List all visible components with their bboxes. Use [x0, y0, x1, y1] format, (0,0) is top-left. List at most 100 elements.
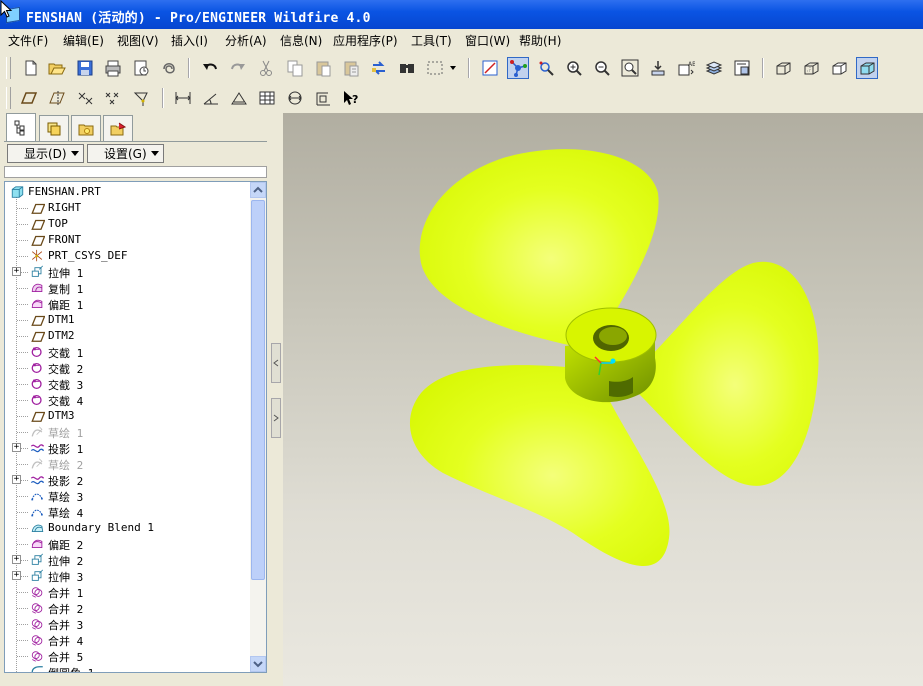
save-button[interactable]: [74, 57, 96, 79]
menu-item-7[interactable]: 工具(T): [411, 32, 452, 49]
tree-item[interactable]: 合并 1: [5, 584, 250, 600]
tree-item[interactable]: 复制 1: [5, 280, 250, 296]
menu-item-6[interactable]: 应用程序(P): [333, 32, 398, 49]
tree-item[interactable]: TOP: [5, 216, 250, 232]
menu-item-8[interactable]: 窗口(W): [465, 32, 510, 49]
saved-views-button[interactable]: AB: [675, 57, 697, 79]
tree-item[interactable]: PRT_CSYS_DEF: [5, 248, 250, 264]
mail-attach-button[interactable]: [158, 57, 180, 79]
wireframe-button[interactable]: [772, 57, 794, 79]
no-hidden-button[interactable]: [828, 57, 850, 79]
tree-item[interactable]: 合并 5: [5, 648, 250, 664]
tree-item[interactable]: 偏距 2: [5, 536, 250, 552]
tree-item[interactable]: RIGHT: [5, 200, 250, 216]
menu-item-3[interactable]: 插入(I): [171, 32, 208, 49]
copy-button[interactable]: [284, 57, 306, 79]
tree-item[interactable]: 草绘 4: [5, 504, 250, 520]
toolbar-grip[interactable]: [6, 57, 11, 79]
paste-special-button[interactable]: [340, 57, 362, 79]
show-dropdown[interactable]: 显示(D): [7, 144, 84, 163]
tree-item[interactable]: 交截 4: [5, 392, 250, 408]
datum-plane-button[interactable]: [18, 87, 40, 109]
tree-item[interactable]: 草绘 1: [5, 424, 250, 440]
hub[interactable]: [565, 307, 657, 403]
shading-button[interactable]: [856, 57, 878, 79]
measure-area-button[interactable]: [228, 87, 250, 109]
title-bar[interactable]: FENSHAN (活动的) - Pro/ENGINEER Wildfire 4.…: [0, 0, 923, 29]
tree-item[interactable]: 倒圆角 1: [5, 664, 250, 672]
layers-button[interactable]: [703, 57, 725, 79]
tree-item[interactable]: 交截 3: [5, 376, 250, 392]
tree-item[interactable]: + 投影 2: [5, 472, 250, 488]
graphics-window[interactable]: [283, 113, 923, 686]
tab-folder-browser[interactable]: [71, 115, 101, 141]
scroll-thumb[interactable]: [251, 200, 265, 580]
tab-layers[interactable]: [39, 115, 69, 141]
whats-this-button[interactable]: ?: [340, 87, 362, 109]
datum-point-button[interactable]: [74, 87, 96, 109]
measure-distance-button[interactable]: [172, 87, 194, 109]
tree-item[interactable]: DTM2: [5, 328, 250, 344]
repaint-button[interactable]: [479, 57, 501, 79]
select-dropdown-arrow-icon[interactable]: [450, 66, 456, 70]
expand-right-handle[interactable]: [271, 398, 281, 438]
tree-item[interactable]: 合并 3: [5, 616, 250, 632]
settings-dropdown[interactable]: 设置(G): [87, 144, 164, 163]
tree-item[interactable]: 草绘 3: [5, 488, 250, 504]
menu-item-2[interactable]: 视图(V): [117, 32, 159, 49]
new-button[interactable]: [20, 57, 42, 79]
print-button[interactable]: [102, 57, 124, 79]
scroll-down-button[interactable]: [250, 656, 266, 672]
tab-favorites[interactable]: [103, 115, 133, 141]
cut-button[interactable]: [255, 57, 277, 79]
fan-propeller-model[interactable]: [283, 113, 923, 686]
tab-model-tree[interactable]: [6, 113, 36, 141]
menu-item-5[interactable]: 信息(N): [280, 32, 322, 49]
coordinate-system-button[interactable]: [130, 87, 152, 109]
find-button[interactable]: [396, 57, 418, 79]
hidden-line-button[interactable]: [800, 57, 822, 79]
regenerate-button[interactable]: [368, 57, 390, 79]
panel-splitter[interactable]: [271, 113, 283, 686]
datum-point-display-button[interactable]: [102, 87, 124, 109]
open-button[interactable]: [46, 57, 68, 79]
reorient-button[interactable]: [647, 57, 669, 79]
tree-item[interactable]: + 拉伸 1: [5, 264, 250, 280]
tree-scrollbar[interactable]: [250, 182, 266, 672]
tree-item[interactable]: Boundary Blend 1: [5, 520, 250, 536]
model-tree[interactable]: FENSHAN.PRT RIGHT TOP FRONT PRT_CSYS_DEF + 拉伸 …: [4, 181, 267, 673]
expand-icon[interactable]: +: [12, 443, 21, 452]
zoom-in-button[interactable]: [563, 57, 585, 79]
tree-item[interactable]: DTM3: [5, 408, 250, 424]
zoom-out-button[interactable]: [591, 57, 613, 79]
tree-item[interactable]: FENSHAN.PRT: [5, 184, 250, 200]
redo-button[interactable]: [227, 57, 249, 79]
blade-right[interactable]: [633, 261, 819, 486]
datum-axis-button[interactable]: [46, 87, 68, 109]
tree-item[interactable]: + 投影 1: [5, 440, 250, 456]
menu-item-1[interactable]: 编辑(E): [63, 32, 104, 49]
select-box-button[interactable]: [424, 57, 446, 79]
tree-item[interactable]: DTM1: [5, 312, 250, 328]
expand-icon[interactable]: +: [12, 571, 21, 580]
tree-item[interactable]: 草绘 2: [5, 456, 250, 472]
menu-item-9[interactable]: 帮助(H): [519, 32, 561, 49]
spin-center-button[interactable]: [507, 57, 529, 79]
tree-item[interactable]: + 拉伸 3: [5, 568, 250, 584]
measure-transform-button[interactable]: [312, 87, 334, 109]
menu-item-4[interactable]: 分析(A): [225, 32, 267, 49]
expand-icon[interactable]: +: [12, 475, 21, 484]
orient-mode-button[interactable]: [535, 57, 557, 79]
toolbar-grip[interactable]: [6, 87, 11, 109]
tree-item[interactable]: + 拉伸 2: [5, 552, 250, 568]
refit-button[interactable]: [619, 57, 641, 79]
tree-item[interactable]: FRONT: [5, 232, 250, 248]
measure-table-button[interactable]: [256, 87, 278, 109]
undo-button[interactable]: [199, 57, 221, 79]
measure-angle-button[interactable]: [200, 87, 222, 109]
send-mail-button[interactable]: [130, 57, 152, 79]
expand-icon[interactable]: +: [12, 267, 21, 276]
menu-item-0[interactable]: 文件(F): [8, 32, 48, 49]
tree-item[interactable]: 交截 2: [5, 360, 250, 376]
tree-item[interactable]: 合并 2: [5, 600, 250, 616]
